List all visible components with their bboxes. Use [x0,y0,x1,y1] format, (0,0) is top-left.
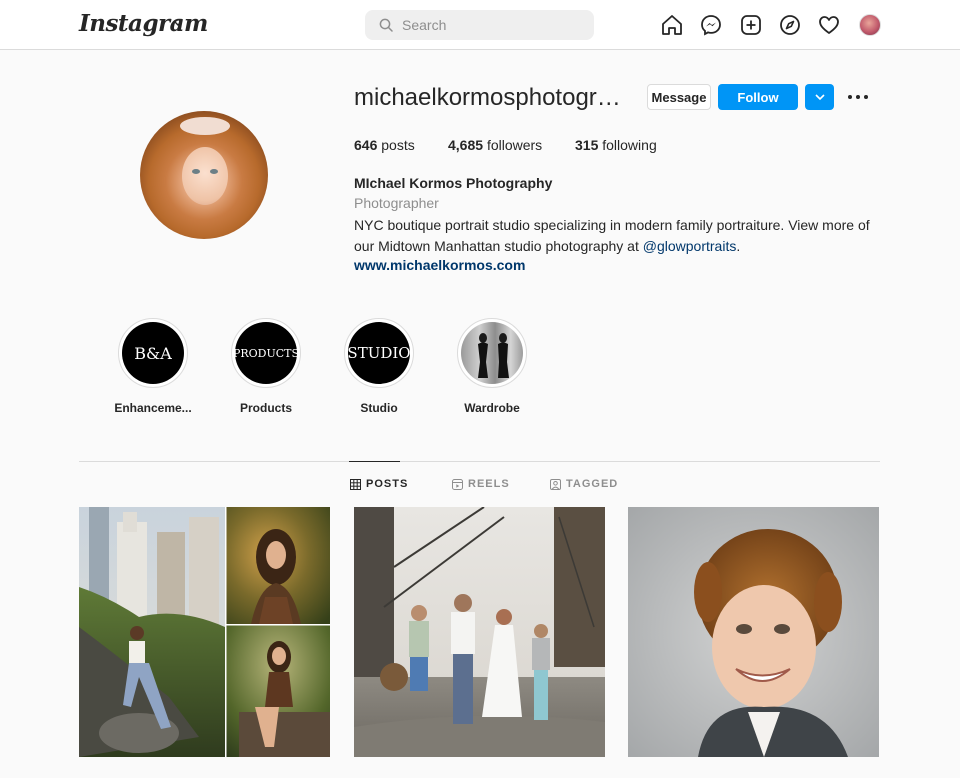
highlight-cover: B&A [118,318,188,388]
highlight-cover: PRODUCTS [231,318,301,388]
tab-posts[interactable]: POSTS [350,478,408,490]
chevron-down-icon[interactable] [173,18,183,28]
search-input[interactable] [402,16,582,34]
tagged-icon [550,478,561,490]
active-tab-indicator [349,461,400,462]
highlight-cover-text: PRODUCTS [233,322,299,384]
face [182,147,228,205]
highlight-cover: STUDIO [344,318,414,388]
message-button[interactable]: Message [647,84,711,110]
highlight-enhancements[interactable]: B&A Enhanceme... [108,318,198,415]
explore-icon[interactable] [779,14,801,36]
hair-bow [180,117,230,135]
search-box[interactable] [365,10,594,40]
highlight-studio[interactable]: STUDIO Studio [334,318,424,415]
highlight-cover-text: STUDIO [347,322,411,384]
tab-tagged[interactable]: TAGGED [550,478,618,490]
tab-label: TAGGED [566,478,619,490]
tabs-divider [79,461,880,462]
followers-count[interactable]: 4,685 followers [448,137,542,153]
eye [192,169,200,174]
grid-icon [350,478,361,490]
post-image-family [354,507,605,757]
new-post-icon[interactable] [740,14,762,36]
highlight-label: Wardrobe [464,401,520,415]
top-navbar: Instagram [0,0,960,50]
messenger-icon[interactable] [700,14,722,36]
suggestions-dropdown-button[interactable] [805,84,834,110]
post-thumbnail[interactable] [354,507,605,757]
instagram-logo[interactable]: Instagram [79,10,208,37]
follow-button[interactable]: Follow [718,84,798,110]
more-options-button[interactable] [846,86,870,108]
highlight-wardrobe[interactable]: Wardrobe [447,318,537,415]
profile-category: Photographer [354,195,439,211]
highlight-cover [457,318,527,388]
profile-full-name: MIchael Kormos Photography [354,175,553,191]
search-icon [379,18,393,32]
wardrobe-figures-image [478,333,509,378]
eye [210,169,218,174]
chevron-down-icon [814,94,825,101]
reels-icon [452,478,463,490]
profile-avatar[interactable] [859,14,881,36]
home-icon[interactable] [661,14,683,36]
posts-count: 646 posts [354,137,415,153]
more-dots-icon [848,95,868,99]
post-image-collage [79,507,330,757]
bio-mention-link[interactable]: @glowportraits [643,238,737,254]
highlight-label: Enhanceme... [114,401,192,415]
profile-website-link[interactable]: www.michaelkormos.com [354,257,525,273]
profile-bio: NYC boutique portrait studio specializin… [354,217,870,254]
post-thumbnail[interactable] [79,507,330,757]
highlight-label: Studio [360,401,398,415]
highlight-cover-text: B&A [122,322,184,384]
profile-picture[interactable] [140,111,268,239]
wardrobe-cover-image [461,322,523,384]
highlight-label: Products [239,401,292,415]
post-image-boy-portrait [628,507,879,757]
tab-label: REELS [468,478,510,490]
tab-reels[interactable]: REELS [452,478,510,490]
profile-username: michaelkormosphotogra... [354,84,624,111]
highlight-products[interactable]: PRODUCTS Products [221,318,311,415]
activity-heart-icon[interactable] [818,14,840,36]
post-thumbnail[interactable] [628,507,879,757]
following-count[interactable]: 315 following [575,137,657,153]
tab-label: POSTS [366,478,409,490]
